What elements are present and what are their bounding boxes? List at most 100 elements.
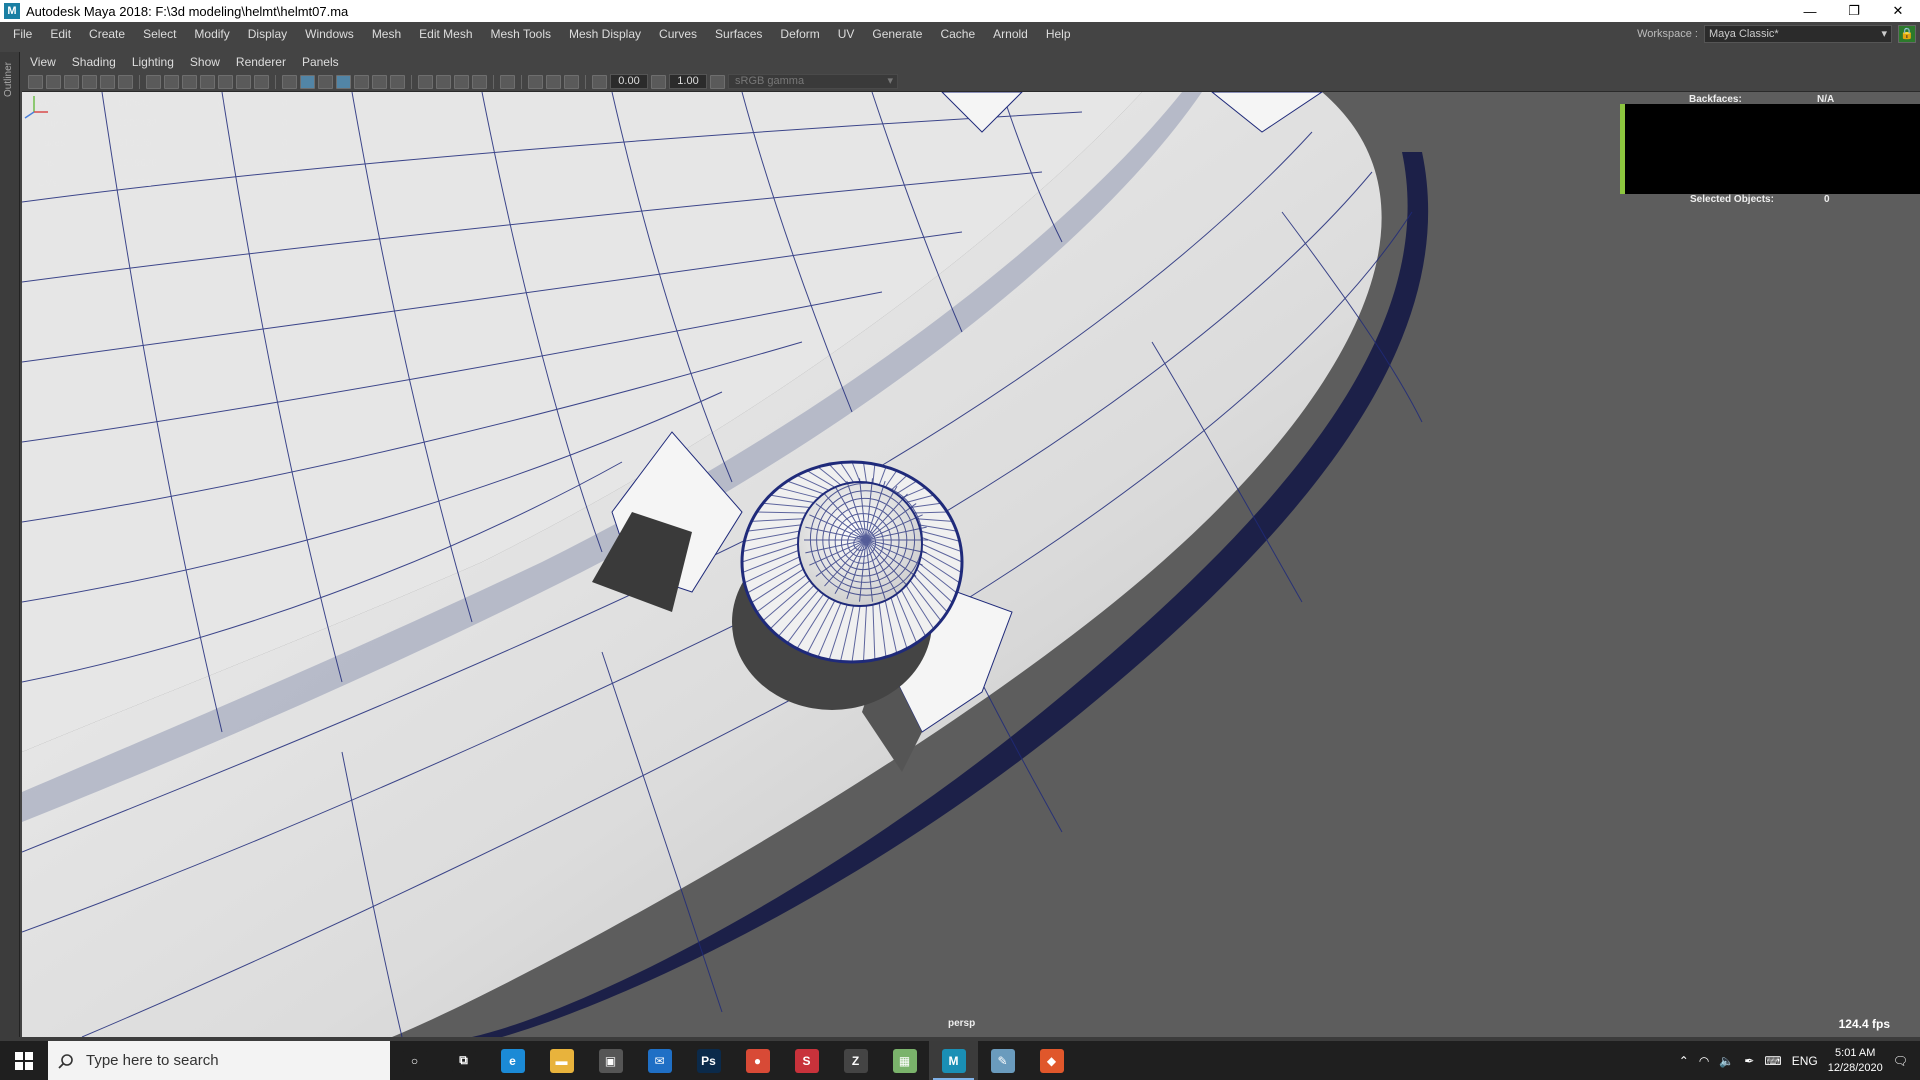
gamma-icon[interactable] [651, 74, 666, 89]
menu-create[interactable]: Create [80, 22, 134, 46]
panel-menu-lighting[interactable]: Lighting [124, 55, 182, 69]
restore-button[interactable]: ❐ [1832, 0, 1876, 22]
menu-generate[interactable]: Generate [863, 22, 931, 46]
lock-icon[interactable]: 🔒 [1898, 25, 1916, 43]
isolate-select-icon[interactable] [500, 74, 515, 89]
wireframe-icon[interactable] [282, 74, 297, 89]
camera-attributes-icon[interactable] [46, 74, 61, 89]
2d-pan-zoom-icon[interactable] [100, 74, 115, 89]
exposure-field[interactable]: 0.00 [610, 74, 648, 89]
action-center-icon[interactable]: 🗨 [1893, 1054, 1908, 1068]
select-camera-icon[interactable] [28, 74, 43, 89]
taskbar-app-file-explorer[interactable]: ▬ [537, 1041, 586, 1080]
taskbar-app-cortana[interactable]: ○ [390, 1041, 439, 1080]
panel-menu-show[interactable]: Show [182, 55, 228, 69]
minimize-button[interactable]: — [1788, 0, 1832, 22]
outliner-tab[interactable]: Outliner [0, 52, 20, 1037]
pen-icon[interactable]: ✒ [1744, 1054, 1754, 1068]
bookmark-icon[interactable] [64, 74, 79, 89]
menu-mesh-display[interactable]: Mesh Display [560, 22, 650, 46]
smooth-shade-icon[interactable] [300, 74, 315, 89]
taskbar-app-edge[interactable]: e [488, 1041, 537, 1080]
taskbar-apps: ○ ⧉ e ▬ ▣ ✉ Ps ● S Z ▦ M ✎ ◆ [390, 1041, 1076, 1080]
default-material-icon[interactable] [318, 74, 333, 89]
show-hidden-icons-icon[interactable]: ⌃ [1679, 1054, 1689, 1068]
menu-edit[interactable]: Edit [41, 22, 80, 46]
panel-menu-renderer[interactable]: Renderer [228, 55, 294, 69]
menu-help[interactable]: Help [1037, 22, 1080, 46]
image-plane-icon[interactable] [82, 74, 97, 89]
panel-menu-view[interactable]: View [22, 55, 64, 69]
menu-edit-mesh[interactable]: Edit Mesh [410, 22, 481, 46]
safe-action-icon[interactable] [236, 74, 251, 89]
menu-display[interactable]: Display [239, 22, 296, 46]
taskbar-app-zbrush[interactable]: Z [831, 1041, 880, 1080]
substance-icon: S [794, 1048, 819, 1073]
taskbar-app-marmoset[interactable]: ◆ [1027, 1041, 1076, 1080]
exposure-icon[interactable] [592, 74, 607, 89]
xray-icon[interactable] [528, 74, 543, 89]
taskbar-app-mail[interactable]: ✉ [635, 1041, 684, 1080]
taskbar-app-photoshop[interactable]: Ps [684, 1041, 733, 1080]
clock-time: 5:01 AM [1835, 1046, 1876, 1059]
motion-blur-icon[interactable] [436, 74, 451, 89]
hud-stat-v2: 0 [218, 178, 224, 189]
taskbar-app-maya[interactable]: M [929, 1041, 978, 1080]
xray-active-icon[interactable] [546, 74, 561, 89]
taskbar-app-image-viewer[interactable]: ▦ [880, 1041, 929, 1080]
menu-modify[interactable]: Modify [185, 22, 238, 46]
language-indicator[interactable]: ENG [1792, 1054, 1818, 1068]
menu-deform[interactable]: Deform [771, 22, 828, 46]
menu-surfaces[interactable]: Surfaces [706, 22, 771, 46]
zbrush-icon: Z [843, 1048, 868, 1073]
menu-cache[interactable]: Cache [931, 22, 984, 46]
3d-viewport[interactable]: Verts: 612542 0 0 Edges: 1222432 0 0 Faces: 61012… [22, 92, 1920, 1037]
field-chart-icon[interactable] [218, 74, 233, 89]
shadows-icon[interactable] [390, 74, 405, 89]
start-button[interactable] [0, 1041, 48, 1080]
menu-windows[interactable]: Windows [296, 22, 363, 46]
windows-logo-icon [15, 1051, 33, 1070]
menu-mesh[interactable]: Mesh [363, 22, 410, 46]
gate-mask-icon[interactable] [200, 74, 215, 89]
hud-stat-row: UVs: 628731 0 0 [38, 174, 322, 194]
network-icon[interactable]: ◠ [1699, 1054, 1709, 1068]
taskbar-app-store[interactable]: ▣ [586, 1041, 635, 1080]
volume-icon[interactable]: 🔈 [1719, 1054, 1734, 1068]
textured-icon[interactable] [354, 74, 369, 89]
toolbar-separator [411, 74, 412, 89]
panel-menu-shading[interactable]: Shading [64, 55, 124, 69]
menu-curves[interactable]: Curves [650, 22, 706, 46]
taskbar-app-notepad[interactable]: ✎ [978, 1041, 1027, 1080]
menu-select[interactable]: Select [134, 22, 185, 46]
film-gate-icon[interactable] [164, 74, 179, 89]
use-lights-icon[interactable] [372, 74, 387, 89]
workspace-dropdown[interactable]: Maya Classic* ▾ [1704, 25, 1892, 43]
hud-black-box [1620, 104, 1920, 194]
screen-space-ao-icon[interactable] [418, 74, 433, 89]
depth-of-field-icon[interactable] [472, 74, 487, 89]
taskbar-search-box[interactable]: Type here to search [48, 1041, 390, 1080]
color-management-icon[interactable] [710, 74, 725, 89]
gamma-field[interactable]: 1.00 [669, 74, 707, 89]
taskbar-app-task-view[interactable]: ⧉ [439, 1041, 488, 1080]
menu-mesh-tools[interactable]: Mesh Tools [482, 22, 560, 46]
keyboard-icon[interactable]: ⌨ [1764, 1054, 1781, 1068]
resolution-gate-icon[interactable] [182, 74, 197, 89]
clock[interactable]: 5:01 AM 12/28/2020 [1828, 1046, 1883, 1076]
close-button[interactable]: ✕ [1876, 0, 1920, 22]
wireframe-on-shaded-icon[interactable] [336, 74, 351, 89]
menu-uv[interactable]: UV [829, 22, 864, 46]
view-transform-dropdown[interactable]: sRGB gamma ▾ [728, 74, 898, 89]
grease-pencil-icon[interactable] [118, 74, 133, 89]
taskbar-app-substance[interactable]: S [782, 1041, 831, 1080]
grid-icon[interactable] [146, 74, 161, 89]
menu-arnold[interactable]: Arnold [984, 22, 1037, 46]
windows-taskbar: Type here to search ○ ⧉ e ▬ ▣ ✉ Ps ● S Z ▦ M ✎ ◆ ⌃ ◠ … [0, 1041, 1920, 1080]
safe-title-icon[interactable] [254, 74, 269, 89]
taskbar-app-chrome[interactable]: ● [733, 1041, 782, 1080]
panel-menu-panels[interactable]: Panels [294, 55, 347, 69]
menu-file[interactable]: File [4, 22, 41, 46]
anti-aliasing-icon[interactable] [454, 74, 469, 89]
xray-joints-icon[interactable] [564, 74, 579, 89]
